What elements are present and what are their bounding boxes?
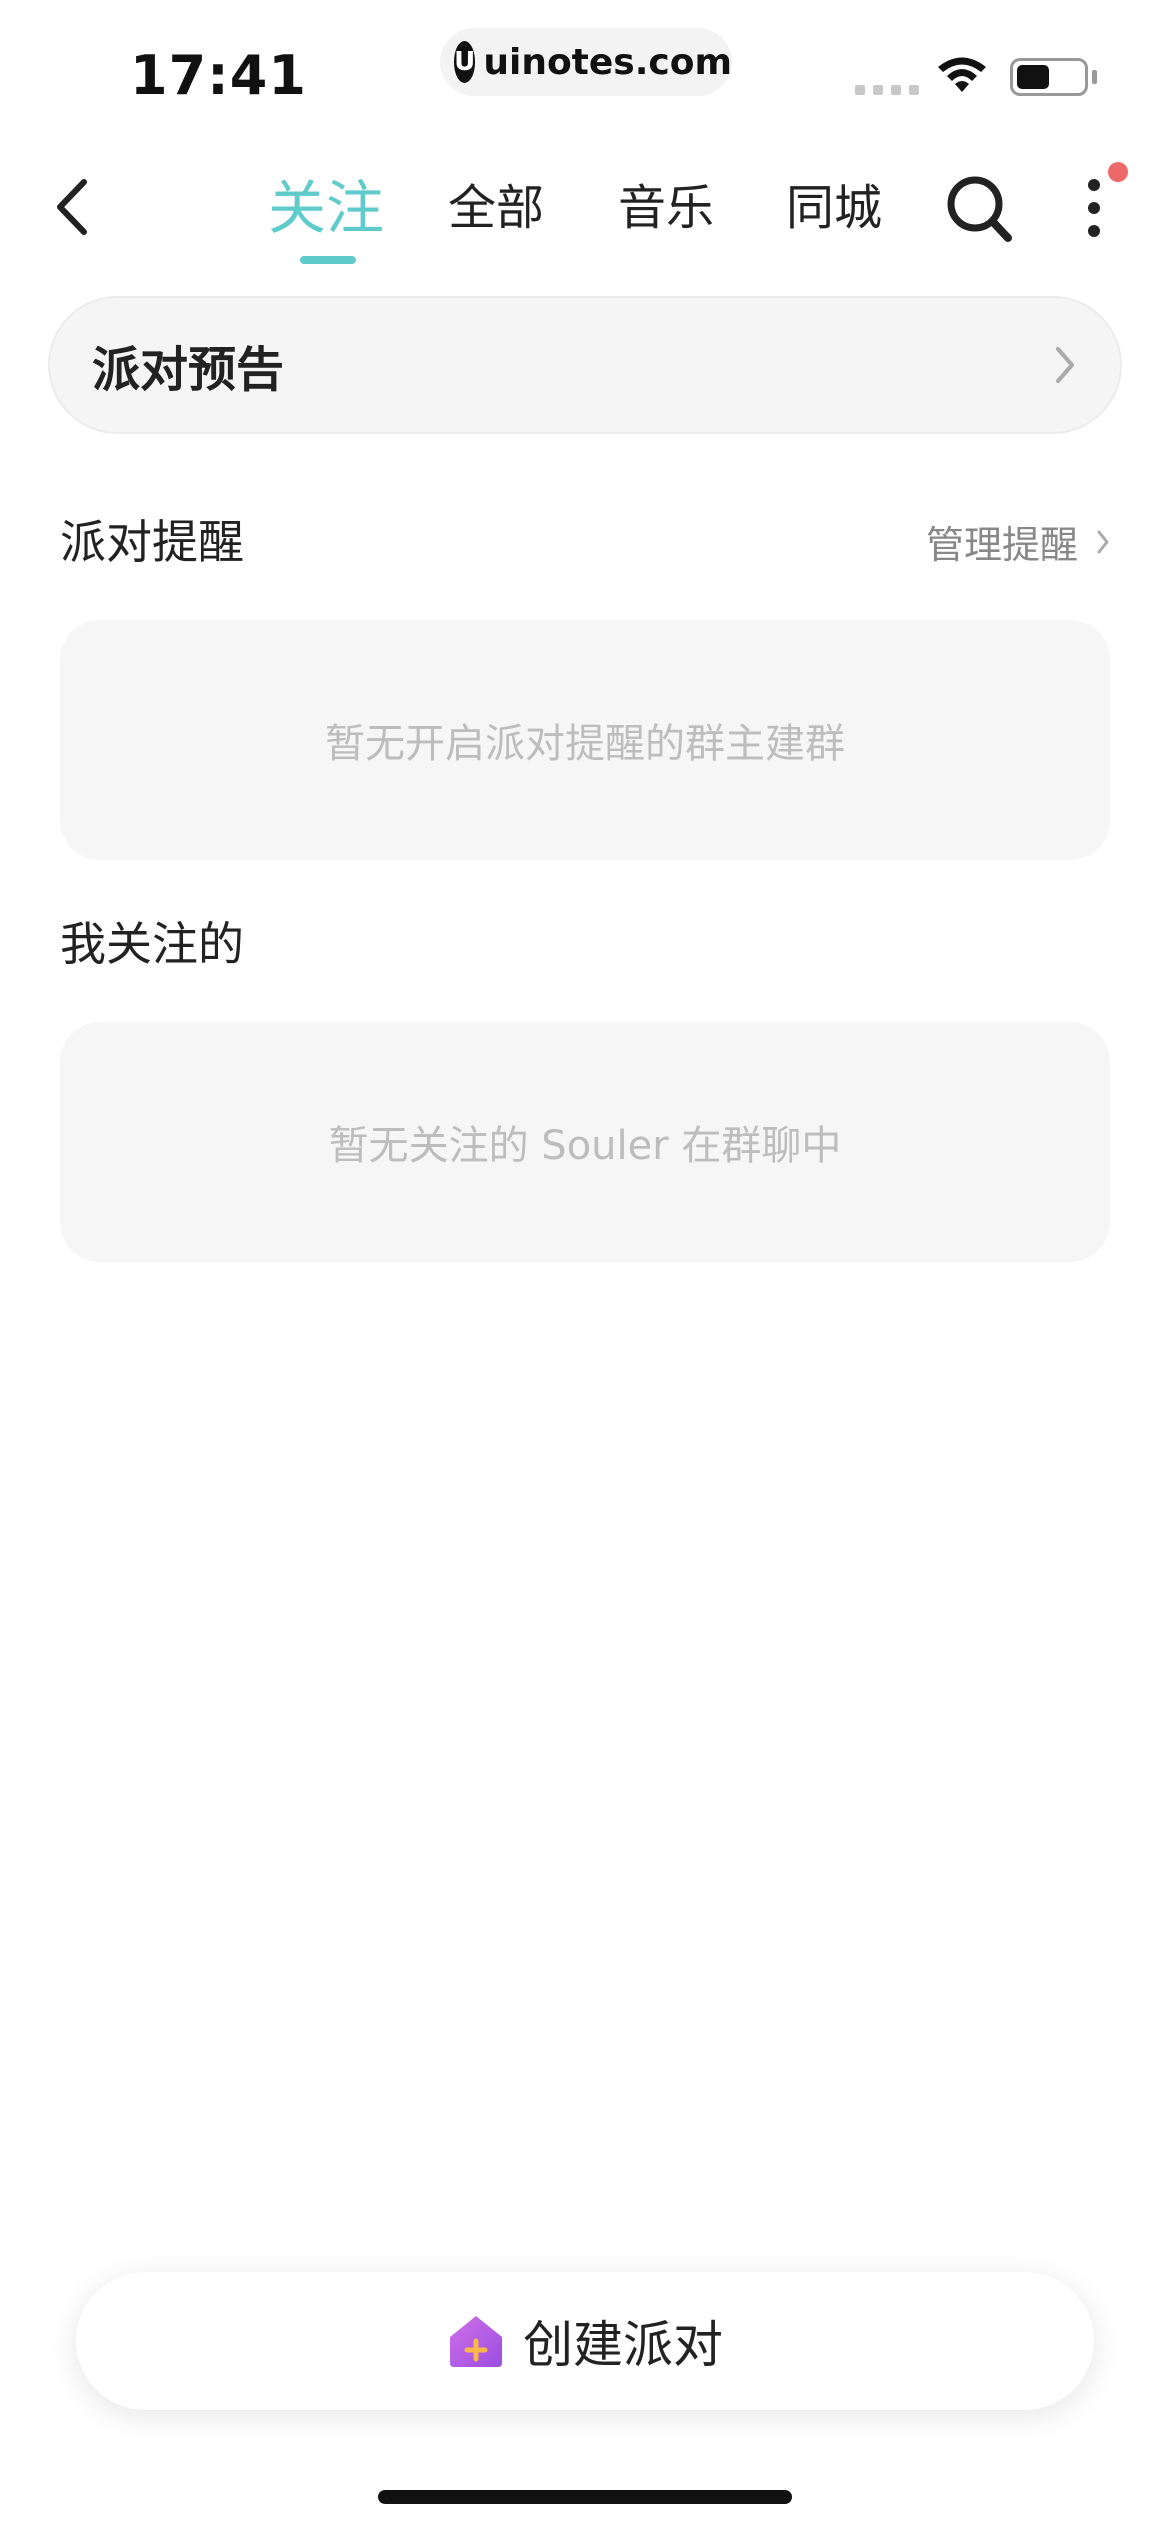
tab-music[interactable]: 音乐 <box>618 168 714 248</box>
chevron-right-icon <box>1056 347 1074 383</box>
reminders-title: 派对提醒 <box>60 515 244 569</box>
tab-local[interactable]: 同城 <box>786 168 882 248</box>
following-title: 我关注的 <box>60 917 244 971</box>
chevron-right-icon <box>1097 530 1109 553</box>
party-preview-bar[interactable]: 派对预告 <box>48 296 1122 434</box>
home-indicator <box>378 2490 792 2504</box>
search-button[interactable] <box>944 170 1014 246</box>
chevron-left-icon <box>57 179 87 235</box>
back-button[interactable] <box>44 172 100 242</box>
party-page: 17:41 U uinotes.com 关注 全部 音乐 同城 派对预告 派对提… <box>0 0 1170 2532</box>
party-preview-title: 派对预告 <box>92 342 285 398</box>
more-button[interactable] <box>1074 170 1114 250</box>
create-party-button[interactable]: 创建派对 <box>76 2272 1094 2410</box>
wifi-icon <box>938 57 986 92</box>
manage-reminders-label: 管理提醒 <box>925 523 1078 567</box>
tab-all[interactable]: 全部 <box>448 168 544 248</box>
battery-tip <box>1092 70 1097 84</box>
more-vertical-icon <box>1088 179 1100 237</box>
search-icon <box>947 176 1012 242</box>
site-logo-icon: U <box>454 41 476 83</box>
active-tab-indicator <box>300 256 356 264</box>
battery-icon <box>1010 58 1088 96</box>
status-bar: 17:41 U uinotes.com <box>0 0 1170 140</box>
top-nav: 关注 全部 音乐 同城 <box>0 150 1170 270</box>
url-pill[interactable]: U uinotes.com <box>440 28 732 96</box>
reminders-empty-text: 暂无开启派对提醒的群主建群 <box>325 721 845 767</box>
create-party-label: 创建派对 <box>523 2316 723 2374</box>
manage-reminders-link[interactable]: 管理提醒 <box>926 514 1110 569</box>
cellular-signal-icon <box>855 85 919 95</box>
following-empty-text: 暂无关注的 Souler 在群聊中 <box>328 1123 842 1169</box>
house-plus-icon <box>450 2316 502 2367</box>
tab-following[interactable]: 关注 <box>268 168 384 248</box>
url-text: uinotes.com <box>483 41 732 83</box>
reminders-empty-card: 暂无开启派对提醒的群主建群 <box>60 620 1110 860</box>
following-empty-card: 暂无关注的 Souler 在群聊中 <box>60 1022 1110 1262</box>
notification-badge <box>1108 162 1128 182</box>
status-time: 17:41 <box>130 44 307 107</box>
